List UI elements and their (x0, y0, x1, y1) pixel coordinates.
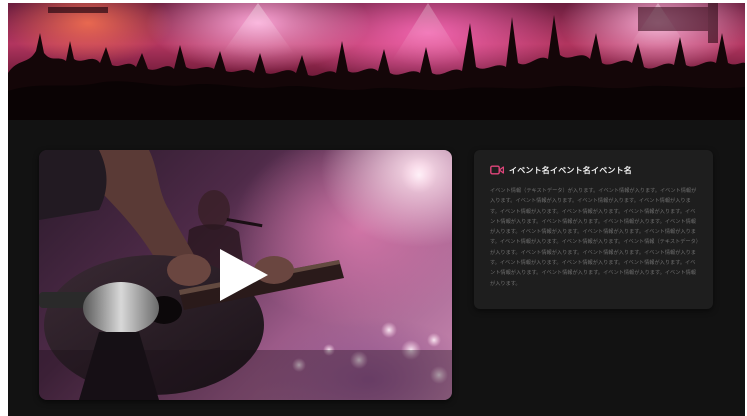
concert-crowd-image (8, 3, 745, 120)
event-video-player[interactable] (39, 150, 452, 400)
event-title: イベント名イベント名イベント名 (509, 165, 632, 175)
event-title-row: イベント名イベント名イベント名 (490, 163, 699, 177)
event-description: イベント情報（テキストデータ）が入ります。イベント情報が入ります。イベント情報が… (490, 188, 699, 287)
hero-banner (8, 3, 745, 120)
event-page-frame: イベント名イベント名イベント名 イベント情報（テキストデータ）が入ります。イベン… (8, 3, 745, 416)
event-info-card: イベント名イベント名イベント名 イベント情報（テキストデータ）が入ります。イベン… (474, 150, 713, 309)
page: イベント名イベント名イベント名 イベント情報（テキストデータ）が入ります。イベン… (0, 0, 747, 416)
video-camera-icon (490, 165, 504, 175)
play-icon[interactable] (217, 247, 271, 303)
